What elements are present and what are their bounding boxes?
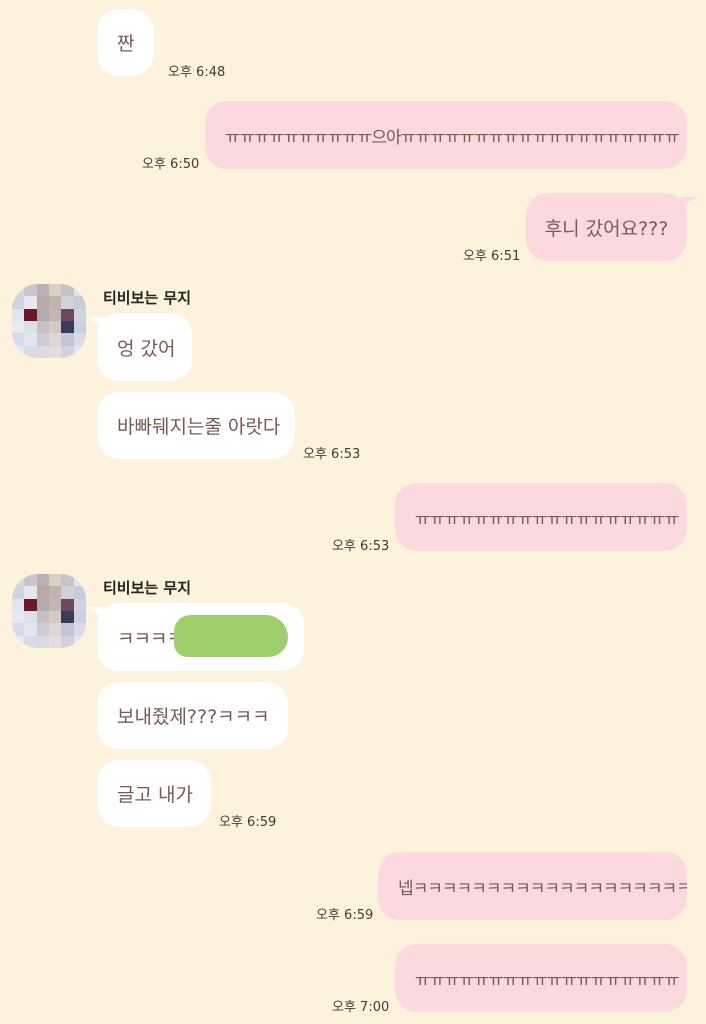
message-text: 엉 갔어	[117, 337, 176, 360]
message-bubble[interactable]: ㅠㅠㅠㅠㅠㅠㅠㅠㅠㅠㅠㅠㅠㅠㅠㅠㅠㅠ	[395, 944, 687, 1012]
message-bubble[interactable]: 짠	[97, 9, 155, 76]
message-time: 오후 6:48	[168, 65, 226, 80]
message-bubble[interactable]: 글고 내가	[97, 760, 211, 827]
message-text: 넵ㅋㅋㅋㅋㅋㅋㅋㅋㅋㅋㅋㅋㅋㅋㅋㅋㅋㅋㅋㅋ	[398, 878, 687, 899]
message-text: ㅠㅠㅠㅠㅠㅠㅠㅠㅠㅠㅠㅠㅠㅠㅠㅠㅠㅠ	[415, 970, 680, 991]
redaction-scribble	[174, 615, 288, 657]
message-bubble[interactable]: ㅠㅠㅠㅠㅠㅠㅠㅠㅠㅠ으아ㅠㅠㅠㅠㅠㅠㅠㅠㅠㅠㅠㅠㅠㅠㅠㅠㅠㅠㅠ	[205, 101, 687, 169]
message-bubble[interactable]: 엉 갔어	[89, 313, 192, 381]
contact-name: 티비보는 무지	[103, 579, 192, 597]
message-text: 글고 내가	[117, 784, 193, 806]
message-time: 오후 6:50	[142, 157, 200, 172]
message-time: 오후 6:53	[332, 539, 390, 554]
contact-avatar[interactable]	[12, 574, 86, 648]
message-text: 바빠뒈지는줄 아랏다	[117, 416, 281, 438]
message-time: 오후 6:53	[303, 447, 361, 462]
message-bubble[interactable]: 보내줬제???ㅋㅋㅋ	[97, 682, 288, 749]
message-time: 오후 7:00	[332, 1000, 390, 1015]
message-text: 보내줬제???ㅋㅋㅋ	[117, 706, 270, 728]
contact-name: 티비보는 무지	[103, 289, 192, 307]
message-bubble[interactable]: 넵ㅋㅋㅋㅋㅋㅋㅋㅋㅋㅋㅋㅋㅋㅋㅋㅋㅋㅋㅋㅋ	[378, 852, 687, 920]
message-text: ㅠㅠㅠㅠㅠㅠㅠㅠㅠㅠ으아ㅠㅠㅠㅠㅠㅠㅠㅠㅠㅠㅠㅠㅠㅠㅠㅠㅠㅠㅠ	[225, 127, 680, 148]
message-text: 짠	[117, 33, 135, 55]
message-bubble[interactable]: 후니 갔어요???	[526, 193, 695, 261]
contact-avatar[interactable]	[12, 284, 86, 358]
message-time: 오후 6:59	[219, 815, 277, 830]
message-text: ㅠㅠㅠㅠㅠㅠㅠㅠㅠㅠㅠㅠㅠㅠㅠㅠㅠㅠ	[415, 509, 680, 530]
message-time: 오후 6:51	[463, 249, 521, 264]
message-time: 오후 6:59	[316, 908, 374, 923]
message-text: 후니 갔어요???	[544, 217, 669, 240]
message-bubble[interactable]: ㅠㅠㅠㅠㅠㅠㅠㅠㅠㅠㅠㅠㅠㅠㅠㅠㅠㅠ	[395, 483, 687, 551]
message-bubble[interactable]: 바빠뒈지는줄 아랏다	[97, 392, 295, 459]
